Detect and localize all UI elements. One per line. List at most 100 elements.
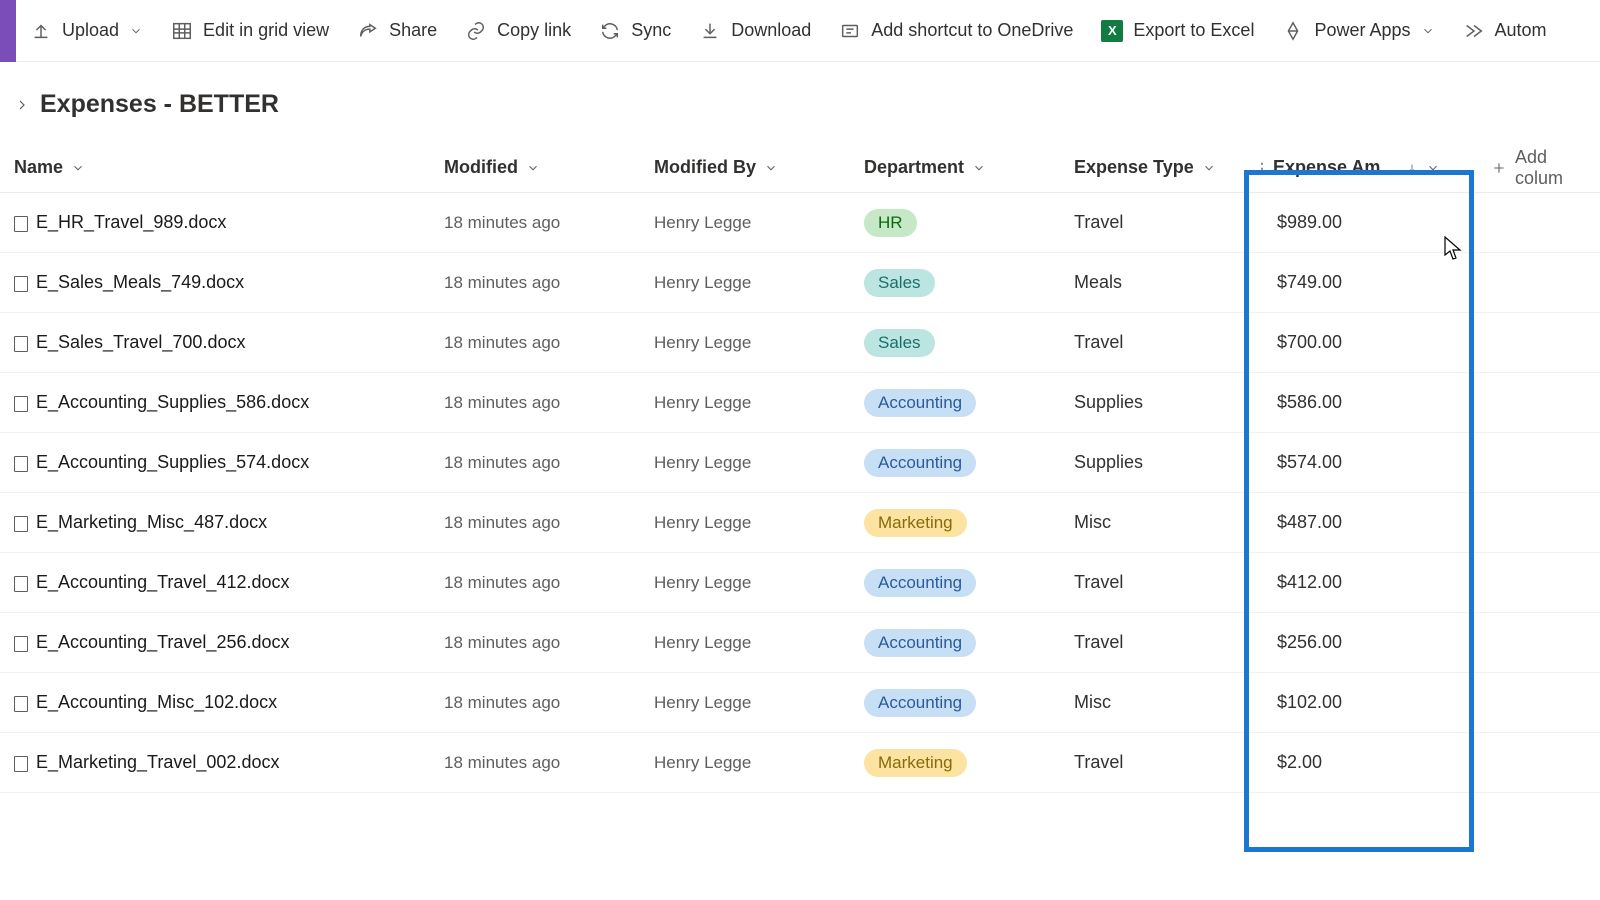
page-title: Expenses - BETTER [40,90,279,119]
file-name-cell[interactable]: E_Accounting_Travel_256.docx [0,632,430,653]
col-expense-type-label: Expense Type [1074,157,1194,178]
chevron-down-icon [71,161,85,175]
document-icon [14,635,28,651]
col-department-label: Department [864,157,964,178]
col-name[interactable]: Name [0,157,430,178]
expense-amount-cell: $574.00 [1245,452,1477,473]
table-row[interactable]: E_Accounting_Supplies_574.docx18 minutes… [0,433,1600,493]
col-modified-by[interactable]: Modified By [640,157,850,178]
file-name: E_Marketing_Travel_002.docx [36,752,279,773]
excel-icon: X [1101,20,1123,42]
expense-type-cell: Meals [1060,272,1245,293]
share-button[interactable]: Share [343,0,451,62]
modified-cell: 18 minutes ago [430,513,640,533]
modified-by-cell: Henry Legge [640,753,850,773]
download-icon [699,20,721,42]
department-cell: Sales [850,329,1060,357]
table-row[interactable]: E_Accounting_Travel_256.docx18 minutes a… [0,613,1600,673]
modified-by-cell: Henry Legge [640,693,850,713]
document-icon [14,695,28,711]
file-name-cell[interactable]: E_HR_Travel_989.docx [0,212,430,233]
department-cell: Marketing [850,509,1060,537]
export-excel-button[interactable]: X Export to Excel [1087,0,1268,62]
modified-by-cell: Henry Legge [640,213,850,233]
file-name-cell[interactable]: E_Sales_Travel_700.docx [0,332,430,353]
sync-icon [599,20,621,42]
upload-button[interactable]: Upload [16,0,157,62]
expense-type-cell: Travel [1060,632,1245,653]
modified-cell: 18 minutes ago [430,753,640,773]
file-name-cell[interactable]: E_Accounting_Travel_412.docx [0,572,430,593]
col-expense-type[interactable]: Expense Type [1060,157,1245,178]
plus-icon [1491,160,1507,176]
file-name: E_Marketing_Misc_487.docx [36,512,267,533]
department-cell: Accounting [850,689,1060,717]
table-row[interactable]: E_Marketing_Misc_487.docx18 minutes agoH… [0,493,1600,553]
department-cell: Accounting [850,389,1060,417]
command-bar: Upload Edit in grid view Share Copy link… [0,0,1600,62]
table-row[interactable]: E_Sales_Travel_700.docx18 minutes agoHen… [0,313,1600,373]
expense-amount-cell: $700.00 [1245,332,1477,353]
department-cell: Accounting [850,569,1060,597]
department-pill: Accounting [864,569,976,597]
file-name-cell[interactable]: E_Marketing_Travel_002.docx [0,752,430,773]
expense-amount-cell: $749.00 [1245,272,1477,293]
modified-by-cell: Henry Legge [640,573,850,593]
department-pill: Accounting [864,449,976,477]
file-name-cell[interactable]: E_Sales_Meals_749.docx [0,272,430,293]
link-icon [465,20,487,42]
file-name-cell[interactable]: E_Accounting_Misc_102.docx [0,692,430,713]
modified-cell: 18 minutes ago [430,693,640,713]
modified-by-cell: Henry Legge [640,453,850,473]
modified-cell: 18 minutes ago [430,393,640,413]
table-row[interactable]: E_Marketing_Travel_002.docx 18 minutes ag… [0,733,1600,793]
edit-grid-label: Edit in grid view [203,20,329,41]
col-modified-by-label: Modified By [654,157,756,178]
brand-color-stub [0,0,16,62]
file-name-cell[interactable]: E_Accounting_Supplies_586.docx [0,392,430,413]
file-name: E_Sales_Meals_749.docx [36,272,244,293]
copy-link-button[interactable]: Copy link [451,0,585,62]
department-cell: Accounting [850,449,1060,477]
department-pill: HR [864,209,917,237]
table-row[interactable]: E_Sales_Meals_749.docx18 minutes agoHenr… [0,253,1600,313]
modified-cell: 18 minutes ago [430,273,640,293]
col-department[interactable]: Department [850,157,1060,178]
department-pill: Marketing [864,749,967,777]
table-row[interactable]: E_Accounting_Supplies_586.docx18 minutes… [0,373,1600,433]
col-modified[interactable]: Modified [430,157,640,178]
col-modified-label: Modified [444,157,518,178]
automate-button[interactable]: Autom [1449,0,1561,62]
edit-grid-button[interactable]: Edit in grid view [157,0,343,62]
department-pill: Accounting [864,389,976,417]
file-name: E_Accounting_Supplies_574.docx [36,452,309,473]
share-label: Share [389,20,437,41]
chevron-down-icon [1421,24,1435,38]
download-button[interactable]: Download [685,0,825,62]
modified-cell: 18 minutes ago [430,333,640,353]
modified-cell: 18 minutes ago [430,213,640,233]
file-name-cell[interactable]: E_Marketing_Misc_487.docx [0,512,430,533]
expense-type-cell: Travel [1060,572,1245,593]
expense-type-cell: Misc [1060,512,1245,533]
table-row[interactable]: E_Accounting_Misc_102.docx18 minutes ago… [0,673,1600,733]
export-excel-label: Export to Excel [1133,20,1254,41]
department-pill: Accounting [864,689,976,717]
col-expense-amount[interactable]: Expense Am… [1245,157,1477,178]
sync-button[interactable]: Sync [585,0,685,62]
add-column-button[interactable]: Add colum [1477,147,1600,189]
chevron-right-icon [14,97,30,113]
file-name-cell[interactable]: E_Accounting_Supplies_574.docx [0,452,430,473]
table-row[interactable]: E_HR_Travel_989.docx18 minutes agoHenry … [0,193,1600,253]
power-apps-button[interactable]: Power Apps [1268,0,1448,62]
add-shortcut-label: Add shortcut to OneDrive [871,20,1073,41]
automate-label: Autom [1495,20,1547,41]
file-name: E_Accounting_Travel_256.docx [36,632,290,653]
table-row[interactable]: E_Accounting_Travel_412.docx18 minutes a… [0,553,1600,613]
automate-icon [1463,20,1485,42]
add-shortcut-button[interactable]: Add shortcut to OneDrive [825,0,1087,62]
department-pill: Marketing [864,509,967,537]
document-icon [14,335,28,351]
expense-amount-cell: $989.00 [1245,212,1477,233]
chevron-down-icon [764,161,778,175]
